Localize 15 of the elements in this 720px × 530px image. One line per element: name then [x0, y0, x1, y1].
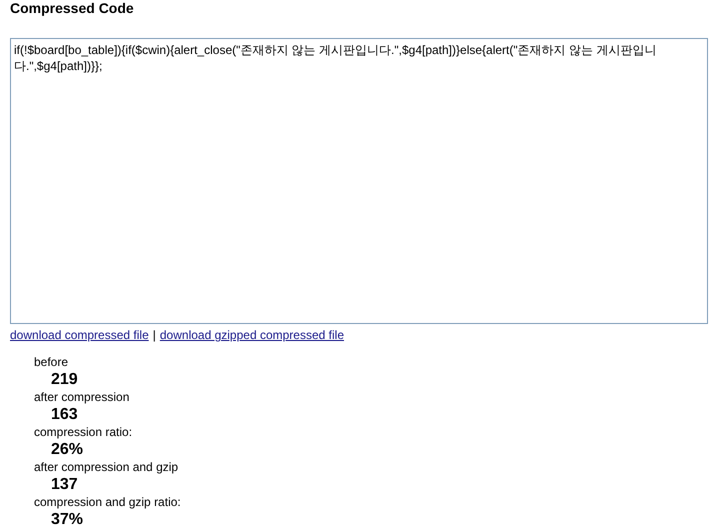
stat-label: compression and gzip ratio: [34, 494, 182, 511]
page-title: Compressed Code [10, 0, 135, 16]
stat-value: 163 [50, 406, 79, 424]
link-separator: | [152, 327, 156, 344]
stat-label: after compression [34, 389, 130, 406]
stat-value: 219 [50, 371, 79, 389]
stat-label: after compression and gzip [34, 459, 180, 476]
download-link[interactable]: download gzipped compressed file [160, 326, 344, 344]
stat-label: before [34, 354, 70, 371]
stat-value: 137 [50, 476, 79, 494]
stat-value: 37% [50, 511, 84, 529]
code-textarea[interactable]: if(!$board[bo_table]){if($cwin){alert_close("존재하지 않는 게시판입니다.",$g4[path])}else{alert("존재하지 않는 게시판입니다.",$g4[path])}}; [10, 38, 708, 324]
download-link[interactable]: download compressed file [10, 326, 149, 344]
stat-label: compression ratio: [34, 424, 134, 441]
stat-value: 26% [50, 441, 84, 459]
